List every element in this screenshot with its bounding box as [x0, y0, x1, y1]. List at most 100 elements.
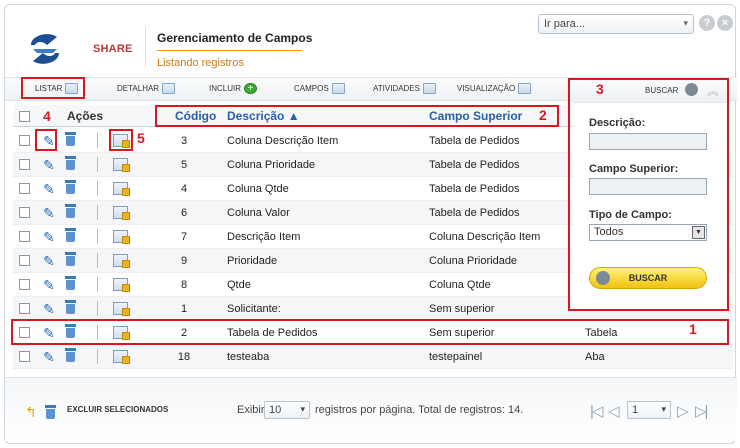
edit-icon[interactable]: ✎	[43, 277, 55, 294]
row-checkbox[interactable]	[19, 303, 30, 314]
trash-icon[interactable]	[65, 252, 76, 266]
cell-code: 3	[180, 135, 188, 147]
cell-code: 9	[180, 255, 188, 267]
field-config-icon[interactable]	[113, 230, 130, 244]
divider	[97, 277, 98, 292]
cell-code: 5	[180, 159, 188, 171]
annotation-box-field	[109, 129, 133, 151]
app-window: SHARE Gerenciamento de Campos Listando r…	[4, 4, 737, 444]
tab-label: INCLUIR	[209, 84, 242, 93]
close-icon[interactable]: ×	[717, 15, 733, 31]
cell-code: 8	[180, 279, 188, 291]
cell-description: Coluna Qtde	[227, 183, 289, 195]
annotation-number: 4	[43, 108, 51, 124]
cell-parent: Tabela de Pedidos	[429, 135, 520, 147]
trash-icon[interactable]	[65, 300, 76, 314]
first-page-icon[interactable]: |◁	[590, 402, 604, 420]
cell-parent: Coluna Prioridade	[429, 255, 518, 267]
trash-icon[interactable]	[65, 132, 76, 146]
select-all-checkbox[interactable]	[19, 111, 30, 122]
field-config-icon[interactable]	[113, 302, 130, 316]
tab-label: ATIVIDADES	[373, 84, 420, 93]
page-title: Gerenciamento de Campos	[157, 31, 313, 45]
edit-icon[interactable]: ✎	[43, 349, 55, 366]
field-config-icon[interactable]	[113, 182, 130, 196]
annotation-number: 3	[596, 81, 604, 97]
row-checkbox[interactable]	[19, 183, 30, 194]
row-checkbox[interactable]	[19, 207, 30, 218]
preview-icon	[518, 83, 532, 94]
trash-icon[interactable]	[65, 204, 76, 218]
edit-icon[interactable]: ✎	[43, 205, 55, 222]
last-page-icon[interactable]: ▷|	[695, 402, 709, 420]
trash-icon[interactable]	[65, 276, 76, 290]
row-checkbox[interactable]	[19, 159, 30, 170]
goto-select-value: Ir para...	[544, 18, 585, 30]
records-summary: registros por página. Total de registros…	[315, 404, 524, 416]
next-page-icon[interactable]: ▷	[677, 402, 688, 420]
tab-atividades[interactable]: ATIVIDADES	[373, 83, 436, 94]
per-page-value: 10	[269, 404, 282, 416]
edit-icon[interactable]: ✎	[43, 301, 55, 318]
tab-detalhar[interactable]: DETALHAR	[117, 83, 176, 94]
tab-label: DETALHAR	[117, 84, 160, 93]
table-row[interactable]: ✎ 18 testeaba testepainel Aba	[13, 345, 733, 369]
cell-type: Aba	[585, 351, 605, 363]
field-config-icon[interactable]	[113, 254, 130, 268]
divider	[97, 349, 98, 364]
tab-label: VISUALIZAÇÃO	[457, 84, 516, 93]
trash-icon[interactable]	[65, 348, 76, 362]
trash-icon[interactable]	[65, 156, 76, 170]
field-config-icon[interactable]	[113, 278, 130, 292]
trash-icon[interactable]	[65, 180, 76, 194]
trash-icon[interactable]	[65, 228, 76, 242]
edit-icon[interactable]: ✎	[43, 229, 55, 246]
chevron-down-icon: ▾	[683, 18, 688, 28]
page-select[interactable]: 1 ▾	[627, 401, 671, 419]
row-checkbox[interactable]	[19, 279, 30, 290]
row-checkbox[interactable]	[19, 255, 30, 266]
cell-code: 7	[180, 231, 188, 243]
cell-description: Qtde	[227, 279, 251, 291]
cell-code: 4	[180, 183, 188, 195]
detail-icon	[162, 83, 176, 94]
tab-campos[interactable]: CAMPOS	[294, 83, 345, 94]
help-icon[interactable]: ?	[699, 15, 715, 31]
cell-parent: Coluna Qtde	[429, 279, 491, 291]
cell-description: testeaba	[227, 351, 270, 363]
back-arrow-icon[interactable]: ↰	[25, 404, 37, 421]
edit-icon[interactable]: ✎	[43, 157, 55, 174]
cell-parent: Tabela de Pedidos	[429, 159, 520, 171]
activities-icon	[422, 83, 436, 94]
edit-icon[interactable]: ✎	[43, 181, 55, 198]
footer: ↰ EXCLUIR SELECIONADOS Exibir 10 ▾ regis…	[5, 377, 737, 441]
show-label: Exibir	[237, 404, 265, 416]
row-checkbox[interactable]	[19, 231, 30, 242]
header: SHARE Gerenciamento de Campos Listando r…	[5, 5, 737, 75]
tab-incluir[interactable]: INCLUIR +	[209, 83, 258, 94]
tab-visualizacao[interactable]: VISUALIZAÇÃO	[457, 83, 532, 94]
field-config-icon[interactable]	[113, 350, 130, 364]
field-config-icon[interactable]	[113, 206, 130, 220]
divider	[97, 205, 98, 220]
chevron-down-icon: ▾	[661, 404, 666, 414]
goto-select[interactable]: Ir para... ▾	[538, 14, 694, 34]
cell-parent: Tabela de Pedidos	[429, 183, 520, 195]
title-underline	[157, 50, 302, 51]
tab-label: CAMPOS	[294, 84, 329, 93]
cell-description: Descrição Item	[227, 231, 301, 243]
trash-icon[interactable]	[45, 405, 56, 419]
field-config-icon[interactable]	[113, 158, 130, 172]
cell-description: Coluna Valor	[227, 207, 290, 219]
per-page-select[interactable]: 10 ▾	[264, 401, 310, 419]
col-actions: Ações	[67, 109, 104, 123]
prev-page-icon[interactable]: ◁	[608, 402, 619, 420]
delete-selected-button[interactable]: EXCLUIR SELECIONADOS	[67, 405, 168, 414]
row-checkbox[interactable]	[19, 135, 30, 146]
cell-parent: testepainel	[429, 351, 483, 363]
divider	[97, 133, 98, 148]
row-checkbox[interactable]	[19, 351, 30, 362]
edit-icon[interactable]: ✎	[43, 253, 55, 270]
annotation-number: 5	[137, 130, 145, 146]
cell-code: 18	[177, 351, 191, 363]
